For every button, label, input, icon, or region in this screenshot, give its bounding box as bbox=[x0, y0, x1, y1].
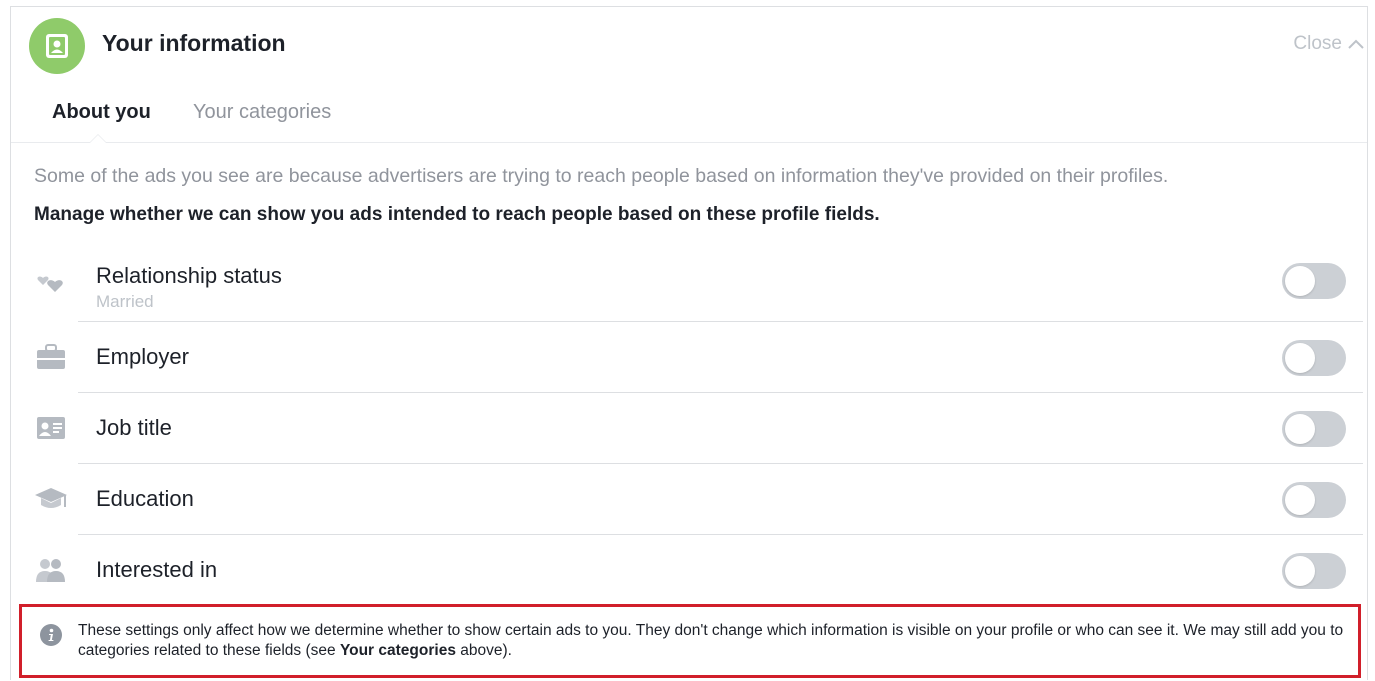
ads-description: Some of the ads you see are because adve… bbox=[34, 165, 1169, 187]
manage-instruction: Manage whether we can show you ads inten… bbox=[34, 204, 880, 225]
profile-card-icon bbox=[29, 18, 85, 74]
tab-your-categories[interactable]: Your categories bbox=[193, 101, 331, 124]
notice-text: These settings only affect how we determ… bbox=[78, 621, 1344, 661]
settings-notice: These settings only affect how we determ… bbox=[19, 604, 1361, 678]
toggle-knob bbox=[1285, 266, 1315, 296]
field-label: Relationship status bbox=[96, 263, 282, 288]
notice-text-before: These settings only affect how we determ… bbox=[78, 622, 1344, 659]
toggle-knob bbox=[1285, 343, 1315, 373]
people-icon bbox=[34, 553, 68, 587]
field-row-employer: Employer bbox=[11, 322, 1367, 392]
employer-toggle[interactable] bbox=[1282, 340, 1346, 376]
notice-text-after: above). bbox=[455, 642, 512, 659]
tab-about-you[interactable]: About you bbox=[52, 101, 151, 124]
interested-in-toggle[interactable] bbox=[1282, 553, 1346, 589]
close-label: Close bbox=[1293, 33, 1342, 54]
relationship-status-toggle[interactable] bbox=[1282, 263, 1346, 299]
hearts-icon bbox=[34, 265, 68, 299]
info-icon bbox=[40, 624, 62, 646]
field-label: Employer bbox=[96, 344, 189, 369]
field-label: Job title bbox=[96, 415, 172, 440]
field-row-job-title: Job title bbox=[11, 393, 1367, 463]
close-button[interactable]: Close bbox=[1293, 33, 1364, 55]
field-label: Education bbox=[96, 486, 194, 511]
tab-bar: About you Your categories bbox=[11, 91, 1367, 143]
toggle-knob bbox=[1285, 556, 1315, 586]
field-value: Married bbox=[96, 292, 154, 311]
field-label: Interested in bbox=[96, 557, 218, 582]
toggle-knob bbox=[1285, 485, 1315, 515]
chevron-up-icon bbox=[1348, 39, 1364, 49]
your-categories-reference: Your categories bbox=[339, 642, 456, 659]
id-card-icon bbox=[34, 411, 68, 445]
your-information-panel: Your information Close About you Your ca… bbox=[10, 6, 1368, 680]
graduation-cap-icon bbox=[34, 482, 68, 516]
active-tab-indicator bbox=[89, 134, 107, 143]
panel-title: Your information bbox=[102, 30, 286, 56]
field-row-relationship-status: Relationship status Married bbox=[11, 255, 1367, 321]
job-title-toggle[interactable] bbox=[1282, 411, 1346, 447]
field-row-interested-in: Interested in bbox=[11, 535, 1367, 601]
briefcase-icon bbox=[34, 340, 68, 374]
field-row-education: Education bbox=[11, 464, 1367, 534]
education-toggle[interactable] bbox=[1282, 482, 1346, 518]
toggle-knob bbox=[1285, 414, 1315, 444]
